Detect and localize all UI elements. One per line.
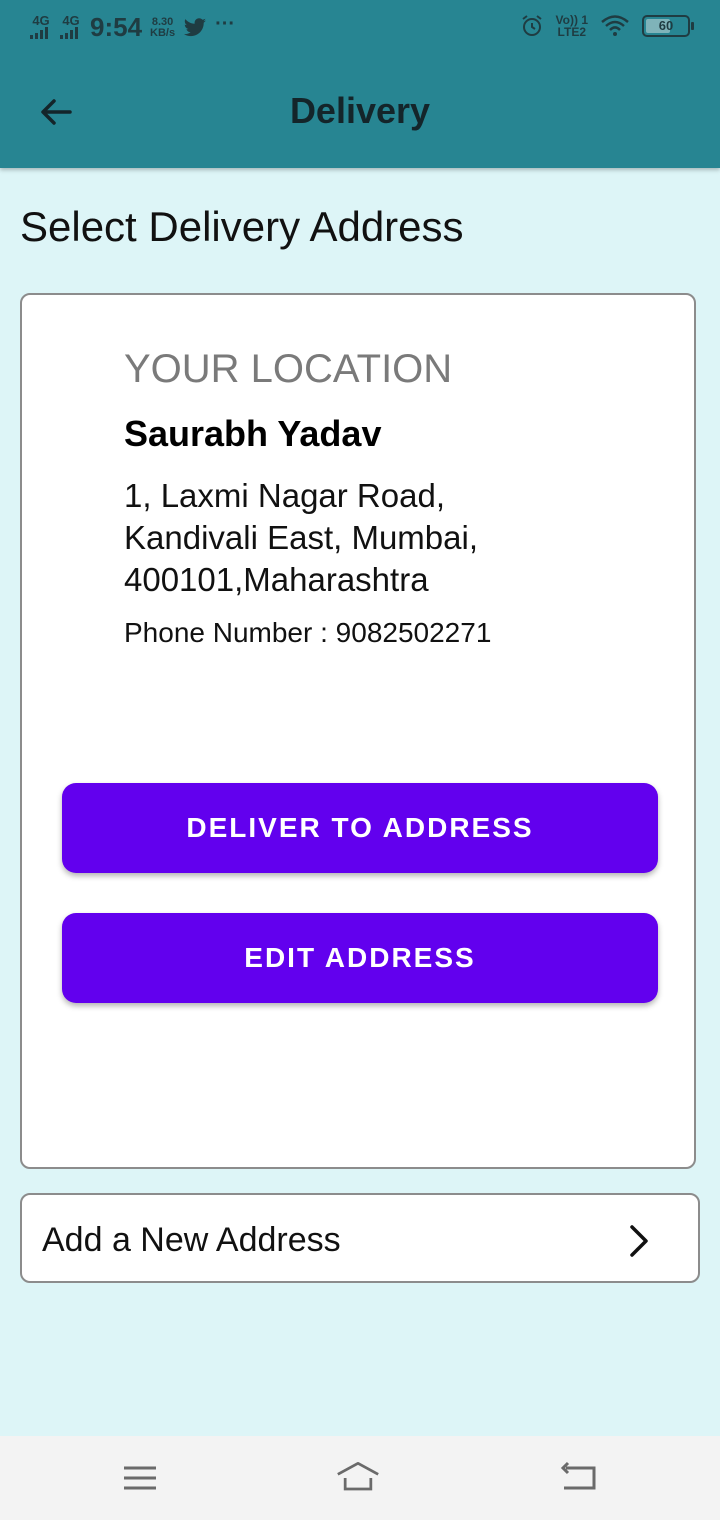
signal-bars-icon <box>30 26 48 39</box>
edit-address-button[interactable]: EDIT ADDRESS <box>62 913 658 1003</box>
page-title: Delivery <box>289 90 431 131</box>
battery-indicator: 60 <box>642 15 694 37</box>
recipient-name: Saurabh Yadav <box>124 413 382 454</box>
chevron-right-icon <box>630 1225 648 1257</box>
app-bar: 4G 4G 9:54 8.30 KB/s ··· Vo)) 1 LTE2 60 … <box>0 0 720 168</box>
address-text: 1, Laxmi Nagar Road, Kandivali East, Mum… <box>124 475 644 601</box>
section-title: Select Delivery Address <box>20 203 464 250</box>
overflow-notifications: ··· <box>215 13 236 35</box>
alarm-icon <box>521 15 542 36</box>
add-new-address-row[interactable]: Add a New Address <box>20 1193 700 1283</box>
status-bar: 4G 4G 9:54 8.30 KB/s ··· Vo)) 1 LTE2 60 <box>0 0 720 56</box>
signal-bars-icon <box>60 26 78 39</box>
network-speed: 8.30 KB/s <box>150 15 176 39</box>
deliver-to-address-button[interactable]: DELIVER TO ADDRESS <box>62 783 658 873</box>
address-line-1: 1, Laxmi Nagar Road, <box>124 477 445 514</box>
location-label: YOUR LOCATION <box>124 347 453 391</box>
add-new-address-label: Add a New Address <box>42 1221 341 1259</box>
address-card: YOUR LOCATION Saurabh Yadav 1, Laxmi Nag… <box>20 293 696 1169</box>
system-nav-bar <box>0 1436 720 1520</box>
menu-icon[interactable] <box>118 1456 162 1500</box>
wifi-icon <box>601 15 629 36</box>
volte-indicator: Vo)) 1 LTE2 <box>555 13 588 39</box>
address-line-3: 400101,Maharashtra <box>124 561 429 598</box>
address-line-2: Kandivali East, Mumbai, <box>124 519 478 556</box>
back-icon[interactable] <box>556 1456 600 1500</box>
home-icon[interactable] <box>336 1456 380 1500</box>
signal-indicator-1: 4G <box>30 14 52 41</box>
twitter-icon <box>184 17 207 36</box>
phone-number: Phone Number : 9082502271 <box>124 617 492 648</box>
clock: 9:54 <box>90 12 143 42</box>
signal-indicator-2: 4G <box>60 14 82 41</box>
